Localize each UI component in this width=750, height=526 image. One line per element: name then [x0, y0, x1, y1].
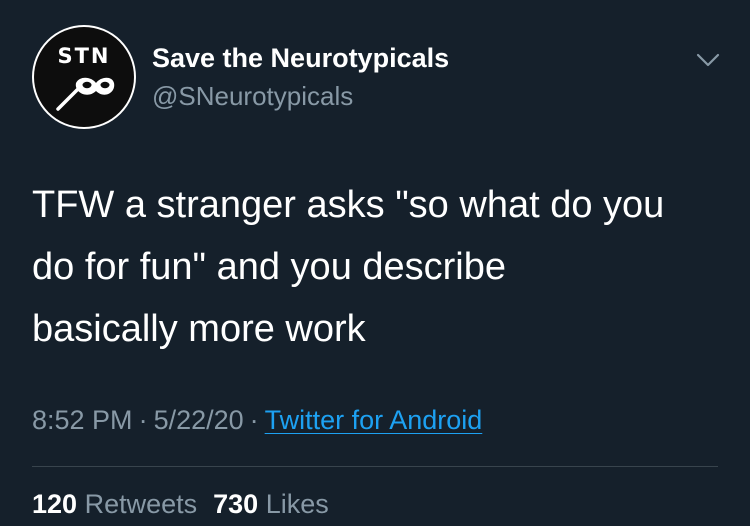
retweet-count: 120: [32, 489, 78, 519]
tweet-text-line: TFW a stranger asks "so what do you: [32, 184, 665, 226]
like-count: 730: [213, 489, 259, 519]
tweet-text-line: basically more work: [32, 308, 366, 350]
tweet-meta: 8:52 PM · 5/22/20 · Twitter for Android: [32, 405, 482, 436]
tweet-stats: 120 Retweets 730 Likes: [32, 489, 329, 520]
tweet-date[interactable]: 5/22/20: [154, 405, 244, 435]
user-handle[interactable]: @SNeurotypicals: [152, 81, 353, 112]
tweet-source-link[interactable]: Twitter for Android: [265, 405, 483, 435]
avatar[interactable]: STN: [32, 25, 136, 129]
mask-icon: [56, 77, 115, 111]
retweets-stat[interactable]: 120 Retweets: [32, 489, 197, 519]
tweet-text-line: do for fun" and you describe: [32, 246, 507, 288]
meta-separator: ·: [138, 405, 148, 435]
retweet-label: Retweets: [84, 489, 198, 519]
meta-separator: ·: [249, 405, 259, 435]
tweet-text: TFW a stranger asks "so what do you do f…: [32, 174, 732, 360]
like-label: Likes: [265, 489, 329, 519]
tweet-time[interactable]: 8:52 PM: [32, 405, 133, 435]
likes-stat[interactable]: 730 Likes: [213, 489, 329, 519]
display-name[interactable]: Save the Neurotypicals: [152, 43, 449, 74]
chevron-down-icon[interactable]: [695, 50, 721, 70]
avatar-text: STN: [57, 44, 111, 68]
avatar-image: STN: [34, 27, 134, 127]
divider: [32, 466, 718, 467]
